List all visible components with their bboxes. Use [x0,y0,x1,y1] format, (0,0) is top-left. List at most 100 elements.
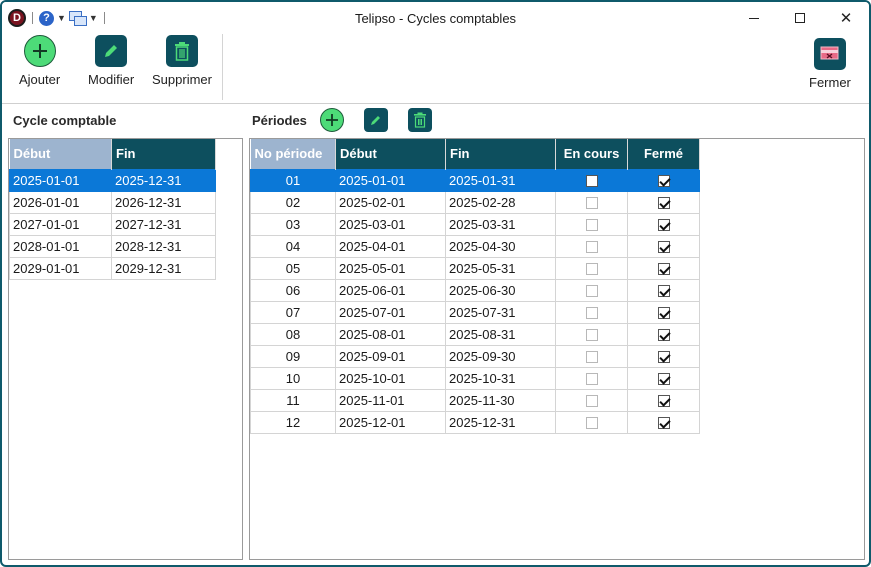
closed-checkbox[interactable] [657,285,670,298]
cell-period-number: 12 [250,410,336,434]
maximize-icon [795,13,805,23]
current-checkbox[interactable] [585,197,598,210]
table-row[interactable]: 06 2025-06-01 2025-06-30 [250,278,700,302]
plus-icon [23,35,56,67]
periods-grid[interactable]: No période Début Fin En cours Fermé 01 20… [249,138,865,560]
cell-end: 2025-05-31 [445,256,556,280]
cell-end: 2029-12-31 [111,256,216,280]
cell-start: 2029-01-01 [9,256,112,280]
add-button[interactable]: Ajouter [19,35,60,87]
cycles-title: Cycle comptable [13,113,117,128]
add-period-button[interactable] [320,108,344,132]
table-row[interactable]: 07 2025-07-01 2025-07-31 [250,300,700,324]
current-checkbox[interactable] [585,175,598,188]
current-checkbox[interactable] [585,219,598,232]
current-checkbox[interactable] [585,417,598,430]
column-header-start[interactable]: Début [9,139,112,169]
table-row[interactable]: 08 2025-08-01 2025-08-31 [250,322,700,346]
current-checkbox[interactable] [585,395,598,408]
current-checkbox[interactable] [585,329,598,342]
cell-start: 2025-01-01 [9,168,112,192]
pencil-icon [371,116,380,125]
edit-button[interactable]: Modifier [88,35,134,87]
closed-checkbox[interactable] [657,307,670,320]
closed-checkbox[interactable] [657,351,670,364]
cell-end: 2028-12-31 [111,234,216,258]
minimize-button[interactable] [731,2,777,34]
cell-start: 2025-07-01 [335,300,446,324]
cell-end: 2027-12-31 [111,212,216,236]
cycles-grid[interactable]: Début Fin 2025-01-01 2025-12-31 2026-01-… [8,138,243,560]
cell-period-number: 03 [250,212,336,236]
cell-closed [627,190,700,214]
delete-period-button[interactable] [408,108,432,132]
maximize-button[interactable] [777,2,823,34]
cell-start: 2025-11-01 [335,388,446,412]
table-row[interactable]: 03 2025-03-01 2025-03-31 [250,212,700,236]
cell-period-number: 01 [250,168,336,192]
pencil-icon [95,35,128,67]
cell-period-number: 04 [250,234,336,258]
cell-current [555,366,628,390]
delete-button-label: Supprimer [152,72,212,87]
edit-period-button[interactable] [364,108,388,132]
current-checkbox[interactable] [585,373,598,386]
current-checkbox[interactable] [585,241,598,254]
plus-icon [326,114,338,126]
current-checkbox[interactable] [585,351,598,364]
table-row[interactable]: 04 2025-04-01 2025-04-30 [250,234,700,258]
table-row[interactable]: 11 2025-11-01 2025-11-30 [250,388,700,412]
cell-start: 2025-02-01 [335,190,446,214]
column-header-current[interactable]: En cours [555,139,628,169]
cell-start: 2025-09-01 [335,344,446,368]
current-checkbox[interactable] [585,263,598,276]
cell-period-number: 05 [250,256,336,280]
table-row[interactable]: 01 2025-01-01 2025-01-31 [250,168,700,192]
column-header-start[interactable]: Début [335,139,446,169]
table-row[interactable]: 2029-01-01 2029-12-31 [9,256,216,280]
cell-start: 2028-01-01 [9,234,112,258]
current-checkbox[interactable] [585,307,598,320]
cell-current [555,256,628,280]
minimize-icon [749,17,759,19]
column-header-end[interactable]: Fin [445,139,556,169]
close-window-button[interactable]: ✕ [823,2,869,34]
column-header-period-number[interactable]: No période [250,139,336,169]
cell-start: 2026-01-01 [9,190,112,214]
trash-icon [165,35,198,67]
cell-end: 2025-12-31 [111,168,216,192]
cell-current [555,168,628,192]
cell-current [555,410,628,434]
closed-checkbox[interactable] [657,373,670,386]
close-button-label: Fermer [809,75,851,90]
table-row[interactable]: 2027-01-01 2027-12-31 [9,212,216,236]
column-header-closed[interactable]: Fermé [627,139,700,169]
cell-closed [627,168,700,192]
table-row[interactable]: 02 2025-02-01 2025-02-28 [250,190,700,214]
table-row[interactable]: 2025-01-01 2025-12-31 [9,168,216,192]
table-row[interactable]: 12 2025-12-01 2025-12-31 [250,410,700,434]
cell-closed [627,322,700,346]
column-header-end[interactable]: Fin [111,139,216,169]
table-row[interactable]: 10 2025-10-01 2025-10-31 [250,366,700,390]
closed-checkbox[interactable] [657,329,670,342]
cell-closed [627,300,700,324]
table-row[interactable]: 2028-01-01 2028-12-31 [9,234,216,258]
closed-checkbox[interactable] [657,395,670,408]
close-icon: ✕ [839,10,853,27]
close-button[interactable]: Fermer [809,38,851,90]
closed-checkbox[interactable] [657,175,670,188]
table-row[interactable]: 09 2025-09-01 2025-09-30 [250,344,700,368]
trash-icon [414,112,426,128]
closed-checkbox[interactable] [657,197,670,210]
delete-button[interactable]: Supprimer [152,35,212,87]
closed-checkbox[interactable] [657,263,670,276]
cell-current [555,322,628,346]
table-row[interactable]: 2026-01-01 2026-12-31 [9,190,216,214]
closed-checkbox[interactable] [657,417,670,430]
cell-end: 2026-12-31 [111,190,216,214]
table-row[interactable]: 05 2025-05-01 2025-05-31 [250,256,700,280]
current-checkbox[interactable] [585,285,598,298]
closed-checkbox[interactable] [657,219,670,232]
closed-checkbox[interactable] [657,241,670,254]
